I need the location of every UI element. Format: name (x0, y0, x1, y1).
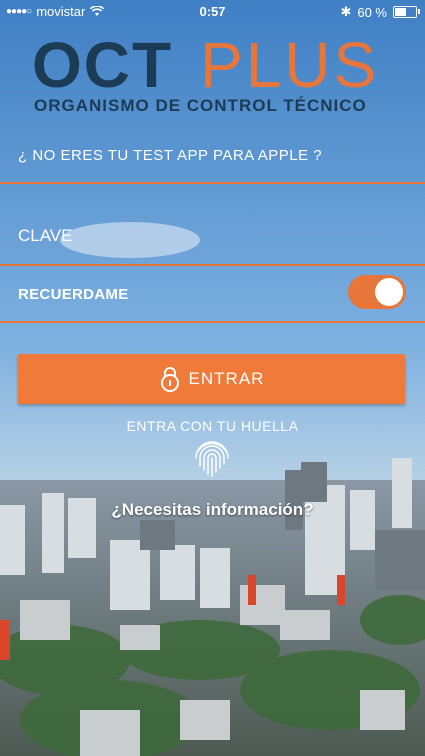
logo-subtitle: ORGANISMO DE CONTROL TÉCNICO (34, 96, 367, 115)
fingerprint-label: ENTRA CON TU HUELLA (126, 418, 299, 434)
status-bar: ●●●●○ movistar 0:57 ✱ 60 % (0, 0, 425, 24)
password-underline (0, 264, 425, 266)
padlock-icon (160, 367, 179, 392)
app-logo: OCT PLUS ORGANISMO DE CONTROL TÉCNICO (32, 29, 402, 130)
divider (0, 321, 425, 323)
toggle-knob (375, 278, 403, 306)
login-button-label: ENTRAR (188, 369, 265, 388)
password-field[interactable]: CLAVE (18, 226, 73, 246)
fingerprint-icon[interactable] (190, 436, 234, 480)
info-link[interactable]: ¿Necesitas información? (0, 500, 425, 520)
battery-icon (393, 6, 420, 18)
not-you-link[interactable]: ¿ NO ERES TU TEST APP PARA APPLE ? (18, 147, 322, 164)
remember-label: RECUERDAME (18, 286, 129, 303)
remember-toggle[interactable] (348, 275, 406, 309)
divider (0, 182, 425, 184)
logo-brand-part2: PLUS (200, 29, 380, 101)
bluetooth-icon: ✱ (340, 4, 352, 19)
battery-percent: 60 % (357, 4, 387, 20)
login-button[interactable]: ENTRAR (18, 354, 405, 404)
logo-brand-part1: OCT (32, 29, 174, 101)
